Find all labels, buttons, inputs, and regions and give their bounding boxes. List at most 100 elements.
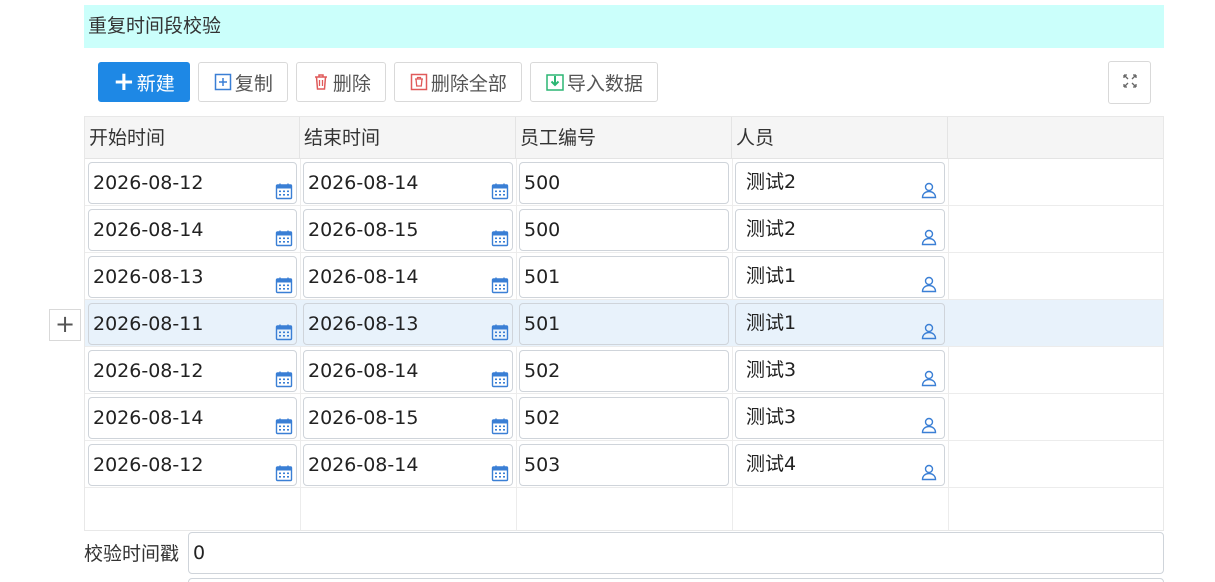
user-icon[interactable] xyxy=(920,221,938,246)
calendar-icon[interactable] xyxy=(275,174,293,200)
emp-no-input[interactable]: 502 xyxy=(519,350,729,392)
calendar-icon[interactable] xyxy=(491,362,509,388)
delete-all-button[interactable]: 删除全部 xyxy=(393,62,522,102)
person-picker[interactable]: 测试4 xyxy=(735,444,945,486)
person-picker[interactable]: 测试1 xyxy=(735,303,945,345)
calendar-icon[interactable] xyxy=(491,456,509,482)
copy-button-label: 复制 xyxy=(234,72,273,95)
user-icon[interactable] xyxy=(920,174,938,199)
copy-icon xyxy=(213,72,233,92)
end-date-value: 2026-08-14 xyxy=(308,454,419,476)
end-date-input[interactable]: 2026-08-14 xyxy=(303,350,513,392)
person-picker[interactable]: 测试2 xyxy=(735,209,945,251)
emp-no-value: 502 xyxy=(524,360,561,382)
table-row[interactable]: 2026-08-13 2026-08-14 501 测试1 xyxy=(85,253,1163,300)
timestamp-label: 校验时间戳 xyxy=(84,543,180,565)
person-value: 测试1 xyxy=(746,265,797,287)
emp-no-input[interactable]: 501 xyxy=(519,256,729,298)
calendar-icon[interactable] xyxy=(275,268,293,294)
timestamp-input[interactable]: 0 xyxy=(188,532,1164,574)
start-date-input[interactable]: 2026-08-14 xyxy=(88,397,297,439)
end-date-value: 2026-08-14 xyxy=(308,360,419,382)
start-date-value: 2026-08-11 xyxy=(93,313,204,335)
new-button[interactable]: + 新建 xyxy=(98,62,190,102)
calendar-icon[interactable] xyxy=(491,409,509,435)
end-date-input[interactable]: 2026-08-15 xyxy=(303,397,513,439)
copy-button[interactable]: 复制 xyxy=(197,62,288,102)
column-header-emp-no[interactable]: 员工编号 xyxy=(516,117,732,159)
end-date-input[interactable]: 2026-08-13 xyxy=(303,303,513,345)
emp-no-value: 502 xyxy=(524,407,561,429)
column-header-start[interactable]: 开始时间 xyxy=(85,117,300,159)
calendar-icon[interactable] xyxy=(275,315,293,341)
table-row[interactable]: 2026-08-11 2026-08-13 501 测试1 xyxy=(85,300,1163,347)
person-value: 测试3 xyxy=(746,406,797,428)
start-date-input[interactable]: 2026-08-13 xyxy=(88,256,297,298)
delete-all-icon xyxy=(409,72,429,92)
calendar-icon[interactable] xyxy=(491,174,509,200)
start-date-value: 2026-08-14 xyxy=(93,407,204,429)
emp-no-input[interactable]: 502 xyxy=(519,397,729,439)
user-icon[interactable] xyxy=(920,315,938,340)
end-date-input[interactable]: 2026-08-14 xyxy=(303,256,513,298)
emp-no-input[interactable]: 500 xyxy=(519,162,729,204)
person-value: 测试2 xyxy=(746,218,797,240)
calendar-icon[interactable] xyxy=(275,362,293,388)
user-icon[interactable] xyxy=(920,409,938,434)
fullscreen-button[interactable] xyxy=(1108,61,1151,104)
end-date-input[interactable]: 2026-08-14 xyxy=(303,162,513,204)
table-row[interactable]: 2026-08-14 2026-08-15 500 测试2 xyxy=(85,206,1163,253)
start-date-input[interactable]: 2026-08-12 xyxy=(88,350,297,392)
emp-no-input[interactable]: 503 xyxy=(519,444,729,486)
person-picker[interactable]: 测试2 xyxy=(735,162,945,204)
import-icon xyxy=(545,72,565,92)
emp-no-input[interactable]: 500 xyxy=(519,209,729,251)
person-picker[interactable]: 测试1 xyxy=(735,256,945,298)
start-date-input[interactable]: 2026-08-11 xyxy=(88,303,297,345)
user-icon[interactable] xyxy=(920,456,938,481)
calendar-icon[interactable] xyxy=(275,456,293,482)
end-date-input[interactable]: 2026-08-15 xyxy=(303,209,513,251)
end-date-value: 2026-08-14 xyxy=(308,172,419,194)
person-value: 测试2 xyxy=(746,171,797,193)
delete-button[interactable]: 删除 xyxy=(295,62,386,102)
start-date-value: 2026-08-14 xyxy=(93,219,204,241)
plus-icon: + xyxy=(113,67,135,97)
section-title: 重复时间段校验 xyxy=(84,5,1164,48)
table-row[interactable]: 2026-08-12 2026-08-14 502 测试3 xyxy=(85,347,1163,394)
start-date-input[interactable]: 2026-08-12 xyxy=(88,444,297,486)
user-icon[interactable] xyxy=(920,362,938,387)
calendar-icon[interactable] xyxy=(491,221,509,247)
delete-button-label: 删除 xyxy=(332,72,371,95)
trash-icon xyxy=(311,72,331,92)
import-button[interactable]: 导入数据 xyxy=(529,62,658,102)
start-date-input[interactable]: 2026-08-14 xyxy=(88,209,297,251)
end-date-value: 2026-08-15 xyxy=(308,219,419,241)
end-date-input[interactable]: 2026-08-14 xyxy=(303,444,513,486)
calendar-icon[interactable] xyxy=(275,221,293,247)
start-date-input[interactable]: 2026-08-12 xyxy=(88,162,297,204)
table-row[interactable]: 2026-08-14 2026-08-15 502 测试3 xyxy=(85,394,1163,441)
add-row-button[interactable]: + xyxy=(49,309,81,341)
user-icon[interactable] xyxy=(920,268,938,293)
calendar-icon[interactable] xyxy=(491,315,509,341)
start-date-value: 2026-08-12 xyxy=(93,454,204,476)
person-picker[interactable]: 测试3 xyxy=(735,350,945,392)
import-button-label: 导入数据 xyxy=(566,72,643,95)
start-date-value: 2026-08-12 xyxy=(93,360,204,382)
person-picker[interactable]: 测试3 xyxy=(735,397,945,439)
table-row[interactable]: 2026-08-12 2026-08-14 500 测试2 xyxy=(85,159,1163,206)
calendar-icon[interactable] xyxy=(491,268,509,294)
calendar-icon[interactable] xyxy=(275,409,293,435)
next-field-input[interactable] xyxy=(188,578,1164,582)
toolbar: + 新建 复制 删除 删除全部 导入数据 xyxy=(98,62,658,102)
delete-all-button-label: 删除全部 xyxy=(430,72,507,95)
start-date-value: 2026-08-12 xyxy=(93,172,204,194)
start-date-value: 2026-08-13 xyxy=(93,266,204,288)
table-row[interactable]: 2026-08-12 2026-08-14 503 测试4 xyxy=(85,441,1163,488)
column-header-end[interactable]: 结束时间 xyxy=(300,117,516,159)
emp-no-value: 500 xyxy=(524,219,561,241)
column-header-person[interactable]: 人员 xyxy=(732,117,948,159)
emp-no-input[interactable]: 501 xyxy=(519,303,729,345)
data-grid: 开始时间 结束时间 员工编号 人员 2026-08-12 2026-08-14 50… xyxy=(84,116,1164,531)
